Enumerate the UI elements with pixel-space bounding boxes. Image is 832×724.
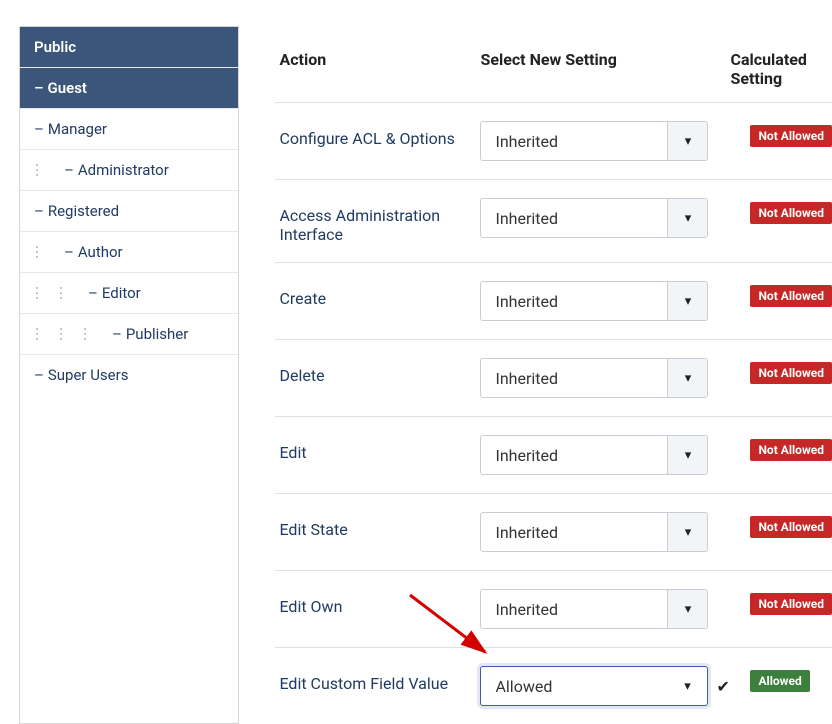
setting-dropdown[interactable]: Inherited ▾: [480, 358, 708, 398]
tree-dash: –: [34, 79, 44, 97]
action-label: Edit: [275, 435, 480, 462]
dropdown-value: Inherited: [495, 132, 558, 151]
status-badge: Not Allowed: [750, 285, 832, 307]
chevron-down-icon: ▾: [667, 436, 707, 474]
status-badge: Not Allowed: [750, 516, 832, 538]
sidebar-item-editor[interactable]: – Editor: [20, 273, 238, 314]
chevron-down-icon: ▾: [667, 590, 707, 628]
chevron-down-icon: ▾: [667, 667, 707, 705]
sidebar-item-super-users[interactable]: – Super Users: [20, 355, 238, 395]
tree-dash: –: [64, 243, 74, 261]
check-icon: ✔: [716, 677, 729, 696]
action-label: Delete: [275, 358, 480, 385]
table-row: Configure ACL & Options Inherited ▾ Not …: [275, 103, 832, 180]
status-badge: Not Allowed: [750, 362, 832, 384]
status-badge: Not Allowed: [750, 439, 832, 461]
sidebar-item-registered[interactable]: – Registered: [20, 191, 238, 232]
sidebar-item-manager[interactable]: – Manager: [20, 109, 238, 150]
setting-dropdown[interactable]: Inherited ▾: [480, 281, 708, 321]
chevron-down-icon: ▾: [667, 513, 707, 551]
status-badge: Not Allowed: [750, 202, 832, 224]
dropdown-value: Inherited: [495, 292, 558, 311]
sidebar-item-label: Public: [34, 38, 76, 56]
dropdown-value: Inherited: [495, 369, 558, 388]
tree-gutter: [34, 327, 106, 341]
action-label: Access Administration Interface: [275, 198, 480, 244]
table-header-row: Action Select New Setting Calculated Set…: [275, 50, 832, 103]
tree-dash: –: [88, 284, 98, 302]
setting-dropdown[interactable]: Inherited ▾: [480, 198, 708, 238]
header-action: Action: [275, 50, 480, 88]
header-select: Select New Setting: [480, 50, 730, 88]
action-label: Edit State: [275, 512, 480, 539]
sidebar-item-label: Super Users: [48, 366, 129, 384]
chevron-down-icon: ▾: [667, 122, 707, 160]
tree-dash: –: [64, 161, 74, 179]
table-row: Edit Inherited ▾ Not Allowed: [275, 417, 832, 494]
permissions-table: Action Select New Setting Calculated Set…: [239, 0, 832, 724]
tree-dash: –: [34, 120, 44, 138]
sidebar-item-publisher[interactable]: – Publisher: [20, 314, 238, 355]
tree-dash: –: [112, 325, 122, 343]
tree-gutter: [34, 286, 82, 300]
setting-dropdown[interactable]: Inherited ▾: [480, 121, 708, 161]
dropdown-value: Allowed: [495, 677, 552, 696]
setting-dropdown[interactable]: Allowed ▾: [480, 666, 708, 706]
sidebar-item-label: Administrator: [78, 161, 169, 179]
sidebar-item-administrator[interactable]: – Administrator: [20, 150, 238, 191]
table-row: Delete Inherited ▾ Not Allowed: [275, 340, 832, 417]
sidebar-item-guest[interactable]: – Guest: [20, 68, 238, 109]
sidebar-item-label: Guest: [48, 79, 87, 97]
chevron-down-icon: ▾: [667, 199, 707, 237]
chevron-down-icon: ▾: [667, 359, 707, 397]
dropdown-value: Inherited: [495, 523, 558, 542]
tree-dash: –: [34, 366, 44, 384]
table-row: Access Administration Interface Inherite…: [275, 180, 832, 263]
setting-dropdown[interactable]: Inherited ▾: [480, 435, 708, 475]
action-label: Create: [275, 281, 480, 308]
dropdown-value: Inherited: [495, 209, 558, 228]
sidebar-item-public[interactable]: Public: [20, 27, 238, 68]
action-label: Edit Own: [275, 589, 480, 616]
action-label: Edit Custom Field Value: [275, 666, 480, 693]
tree-gutter: [34, 163, 58, 177]
table-row: Create Inherited ▾ Not Allowed: [275, 263, 832, 340]
setting-dropdown[interactable]: Inherited ▾: [480, 512, 708, 552]
user-groups-sidebar: Public – Guest – Manager – Administrator…: [19, 26, 239, 724]
sidebar-item-label: Editor: [102, 284, 141, 302]
status-badge: Allowed: [750, 670, 809, 692]
sidebar-item-label: Manager: [48, 120, 107, 138]
action-label: Configure ACL & Options: [275, 121, 480, 148]
dropdown-value: Inherited: [495, 446, 558, 465]
sidebar-item-author[interactable]: – Author: [20, 232, 238, 273]
table-row: Edit Own Inherited ▾ Not Allowed: [275, 571, 832, 648]
table-row: Edit State Inherited ▾ Not Allowed: [275, 494, 832, 571]
dropdown-value: Inherited: [495, 600, 558, 619]
status-badge: Not Allowed: [750, 593, 832, 615]
table-row: Edit Custom Field Value Allowed ▾ ✔ Allo…: [275, 648, 832, 724]
sidebar-item-label: Publisher: [126, 325, 189, 343]
setting-dropdown[interactable]: Inherited ▾: [480, 589, 708, 629]
tree-gutter: [34, 245, 58, 259]
header-calculated: Calculated Setting: [730, 50, 832, 88]
status-badge: Not Allowed: [750, 125, 832, 147]
sidebar-item-label: Registered: [48, 202, 119, 220]
chevron-down-icon: ▾: [667, 282, 707, 320]
sidebar-item-label: Author: [78, 243, 123, 261]
tree-dash: –: [34, 202, 44, 220]
